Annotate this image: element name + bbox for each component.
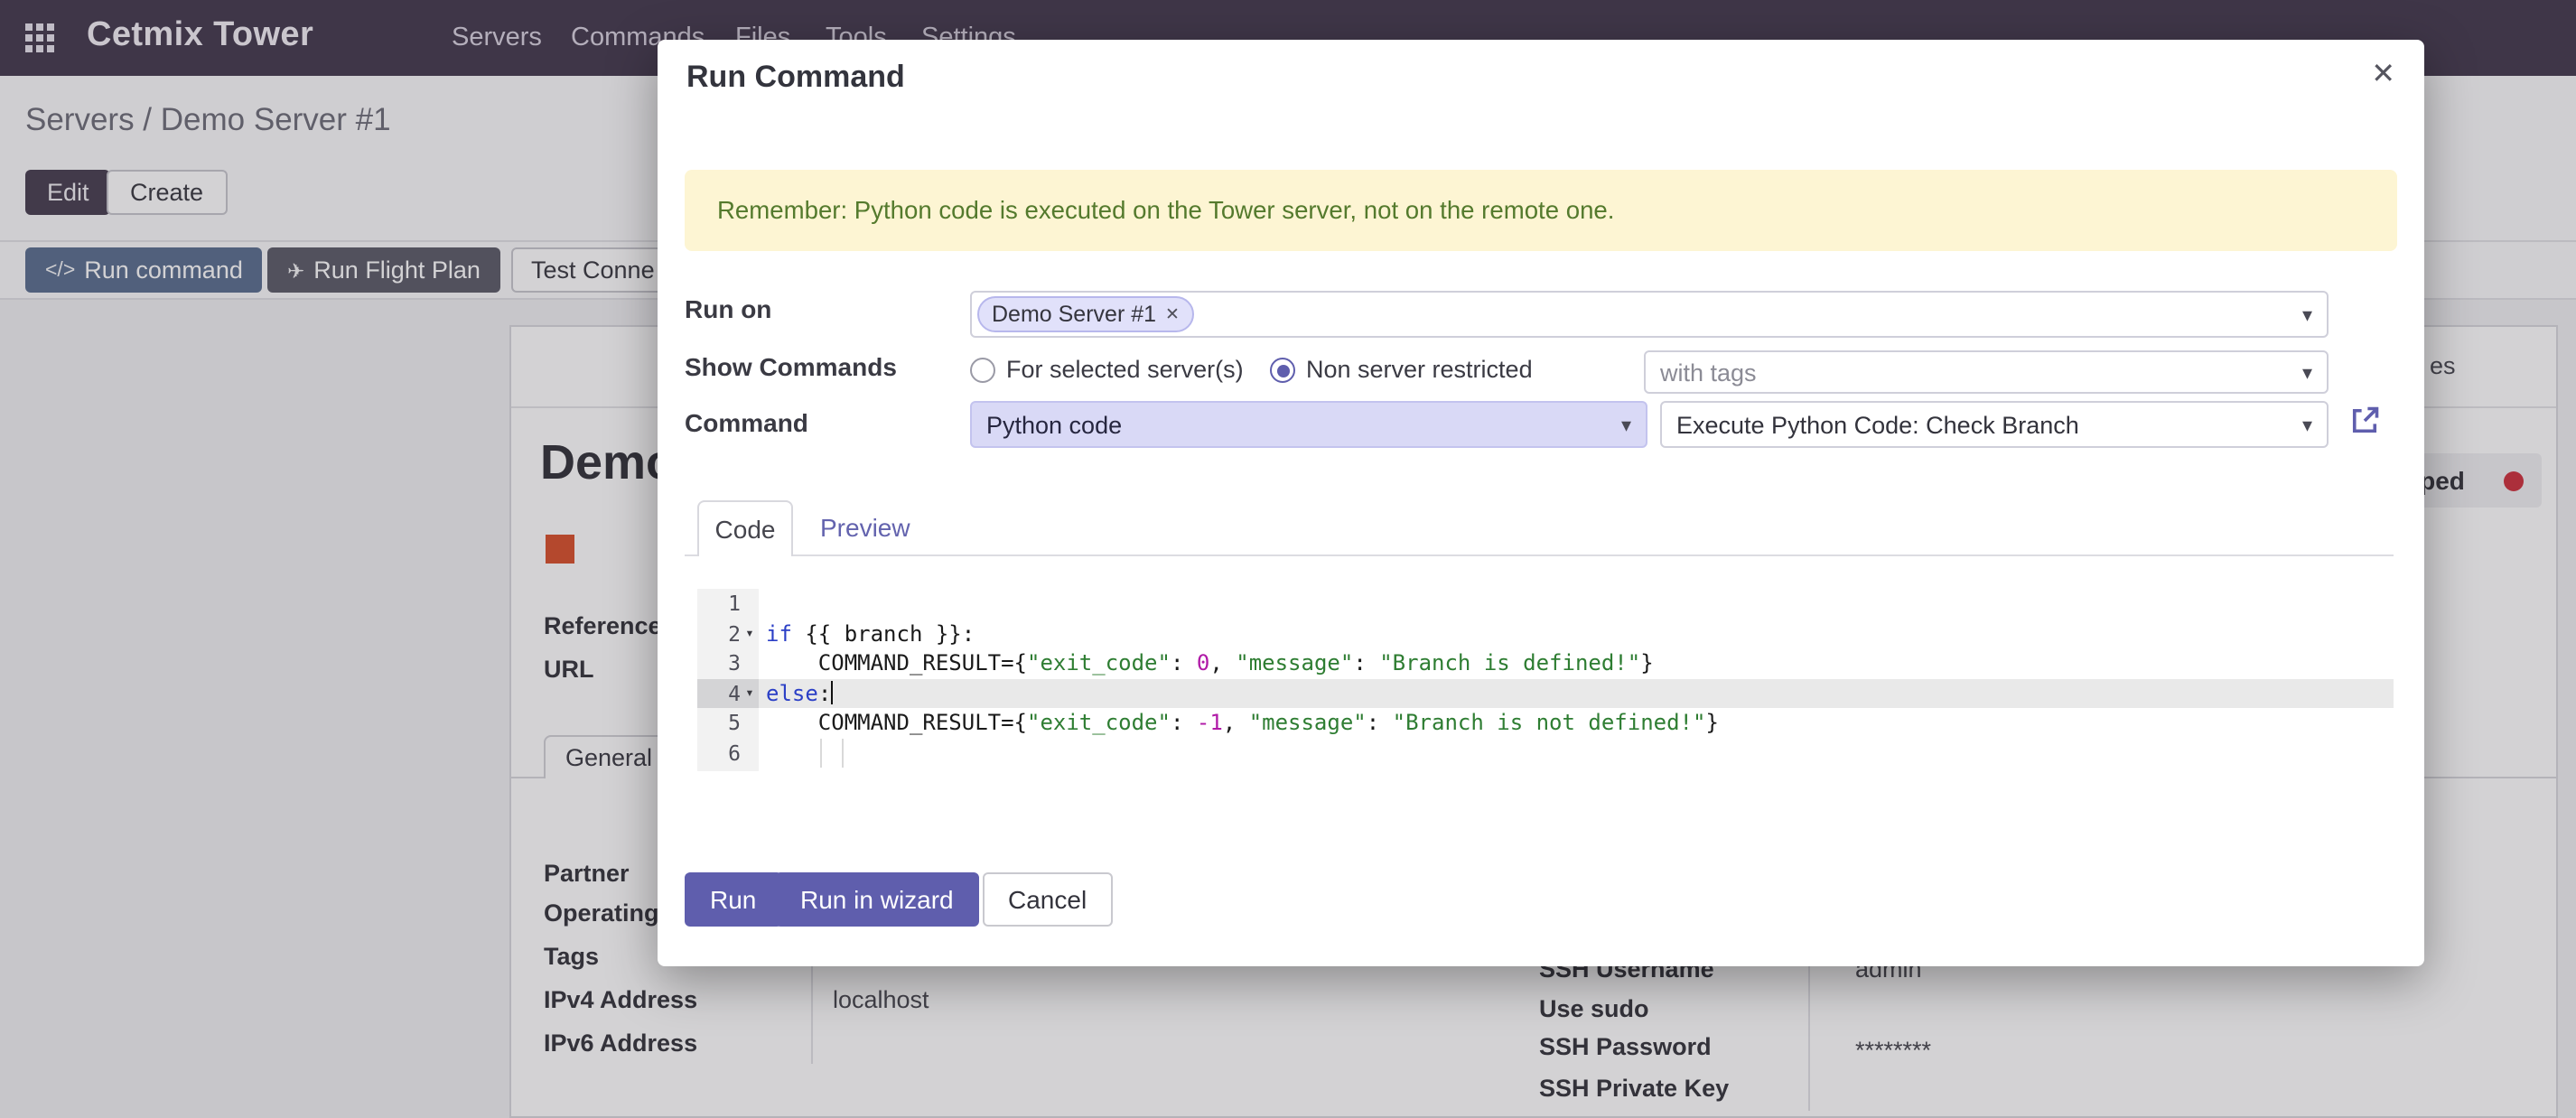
chip-remove-icon[interactable]: ✕ <box>1165 304 1180 324</box>
radio-selected-servers[interactable] <box>970 358 995 383</box>
cancel-button[interactable]: Cancel <box>983 872 1112 927</box>
tab-code[interactable]: Code <box>697 500 793 556</box>
server-chip[interactable]: Demo Server #1 ✕ <box>977 296 1194 332</box>
editor-gutter[interactable]: 12▾34▾56 <box>697 589 759 771</box>
show-commands-label: Show Commands <box>685 352 897 381</box>
run-command-modal: Run Command ✕ Remember: Python code is e… <box>658 40 2424 966</box>
command-type-value: Python code <box>972 411 1122 438</box>
modal-title: Run Command <box>686 60 905 96</box>
chevron-down-icon[interactable]: ▾ <box>2302 413 2312 436</box>
radio-non-restricted-label[interactable]: Non server restricted <box>1306 356 1533 383</box>
python-warning-alert: Remember: Python code is executed on the… <box>685 170 2397 251</box>
chevron-down-icon[interactable]: ▾ <box>1621 413 1631 436</box>
with-tags-placeholder: with tags <box>1646 359 1757 386</box>
run-on-select[interactable]: Demo Server #1 ✕ ▾ <box>970 291 2329 338</box>
tab-preview[interactable]: Preview <box>820 513 910 542</box>
editor-code[interactable]: if {{ branch }}: COMMAND_RESULT={"exit_c… <box>759 589 2394 771</box>
screen: Cetmix Tower Servers Commands Files Tool… <box>0 0 2576 1118</box>
tabs-divider <box>685 554 2394 556</box>
code-editor[interactable]: 12▾34▾56 if {{ branch }}: COMMAND_RESULT… <box>697 589 2394 771</box>
close-icon[interactable]: ✕ <box>2371 56 2395 92</box>
command-label: Command <box>685 408 808 437</box>
command-type-select[interactable]: Python code ▾ <box>970 401 1647 448</box>
run-on-label: Run on <box>685 294 771 323</box>
radio-non-restricted[interactable] <box>1270 358 1295 383</box>
with-tags-select[interactable]: with tags ▾ <box>1644 350 2329 394</box>
chevron-down-icon[interactable]: ▾ <box>2302 303 2312 326</box>
run-button[interactable]: Run <box>685 872 781 927</box>
run-in-wizard-button[interactable]: Run in wizard <box>775 872 979 927</box>
radio-selected-servers-label[interactable]: For selected server(s) <box>1006 356 1244 383</box>
chevron-down-icon[interactable]: ▾ <box>2302 360 2312 384</box>
command-select[interactable]: Execute Python Code: Check Branch ▾ <box>1660 401 2329 448</box>
command-value: Execute Python Code: Check Branch <box>1662 411 2079 438</box>
external-link-icon[interactable] <box>2348 405 2381 437</box>
server-chip-label: Demo Server #1 <box>992 302 1156 327</box>
